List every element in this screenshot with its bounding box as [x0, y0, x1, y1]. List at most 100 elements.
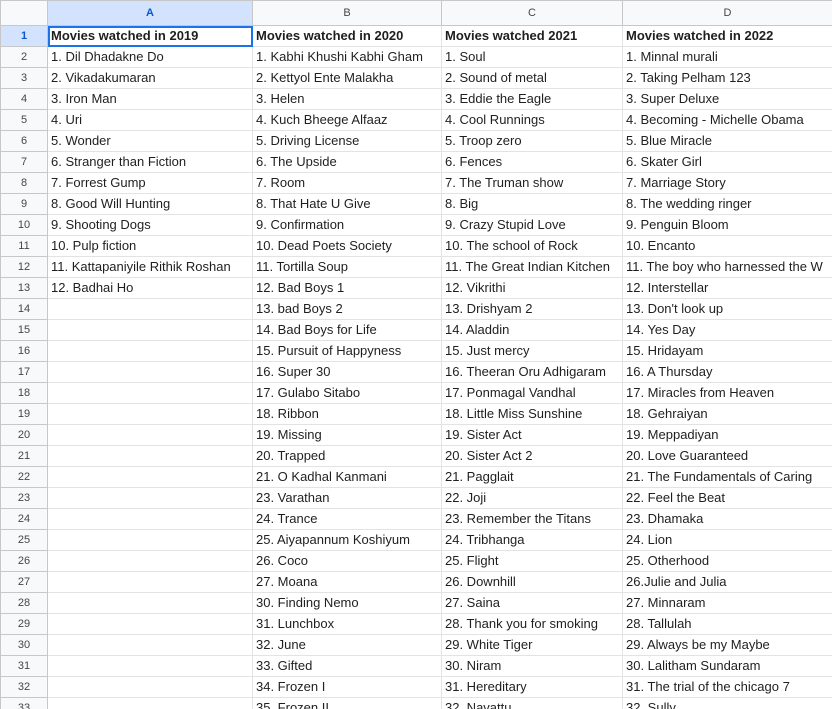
cell[interactable]: 7. The Truman show — [441, 172, 623, 194]
row-header[interactable]: 8 — [0, 172, 48, 194]
cell[interactable]: 10. The school of Rock — [441, 235, 623, 257]
cell[interactable]: 9. Confirmation — [252, 214, 442, 236]
cell[interactable]: 21. Pagglait — [441, 466, 623, 488]
cell[interactable]: 12. Interstellar — [622, 277, 832, 299]
cell[interactable]: 20. Sister Act 2 — [441, 445, 623, 467]
cell[interactable]: 4. Becoming - Michelle Obama — [622, 109, 832, 131]
cell[interactable]: 15. Hridayam — [622, 340, 832, 362]
cell[interactable]: 20. Trapped — [252, 445, 442, 467]
row-header[interactable]: 31 — [0, 655, 48, 677]
cell[interactable] — [47, 466, 253, 488]
cell[interactable]: 17. Miracles from Heaven — [622, 382, 832, 404]
cell[interactable]: 2. Vikadakumaran — [47, 67, 253, 89]
cell[interactable]: 6. Stranger than Fiction — [47, 151, 253, 173]
cell[interactable]: 17. Gulabo Sitabo — [252, 382, 442, 404]
row-header[interactable]: 11 — [0, 235, 48, 257]
cell[interactable]: 9. Shooting Dogs — [47, 214, 253, 236]
cell[interactable]: 8. Big — [441, 193, 623, 215]
cell[interactable]: 27. Minnaram — [622, 592, 832, 614]
cell[interactable]: Movies watched in 2019 — [47, 25, 253, 47]
cell[interactable]: 32. June — [252, 634, 442, 656]
row-header[interactable]: 13 — [0, 277, 48, 299]
row-header[interactable]: 27 — [0, 571, 48, 593]
row-header[interactable]: 12 — [0, 256, 48, 278]
column-header-a[interactable]: A — [47, 0, 253, 26]
row-header[interactable]: 21 — [0, 445, 48, 467]
cell[interactable]: 19. Missing — [252, 424, 442, 446]
cell[interactable]: 4. Uri — [47, 109, 253, 131]
cell[interactable]: 11. Tortilla Soup — [252, 256, 442, 278]
cell[interactable]: 31. The trial of the chicago 7 — [622, 676, 832, 698]
cell[interactable]: 13. Drishyam 2 — [441, 298, 623, 320]
cell[interactable]: 12. Bad Boys 1 — [252, 277, 442, 299]
cell[interactable]: 1. Minnal murali — [622, 46, 832, 68]
cell[interactable]: 9. Crazy Stupid Love — [441, 214, 623, 236]
cell[interactable]: 7. Marriage Story — [622, 172, 832, 194]
cell[interactable]: Movies watched 2021 — [441, 25, 623, 47]
cell[interactable] — [47, 424, 253, 446]
cell[interactable]: 30. Lalitham Sundaram — [622, 655, 832, 677]
cell[interactable]: 6. Fences — [441, 151, 623, 173]
cell[interactable]: 28. Thank you for smoking — [441, 613, 623, 635]
row-header[interactable]: 26 — [0, 550, 48, 572]
cell[interactable]: 33. Gifted — [252, 655, 442, 677]
cell[interactable] — [47, 550, 253, 572]
cell[interactable]: 1. Dil Dhadakne Do — [47, 46, 253, 68]
cell[interactable] — [47, 445, 253, 467]
cell[interactable]: 23. Varathan — [252, 487, 442, 509]
cell[interactable] — [47, 655, 253, 677]
cell[interactable]: 22. Feel the Beat — [622, 487, 832, 509]
cell[interactable]: 16. Theeran Oru Adhigaram — [441, 361, 623, 383]
cell[interactable] — [47, 676, 253, 698]
cell[interactable] — [47, 298, 253, 320]
cell[interactable]: 30. Niram — [441, 655, 623, 677]
cell[interactable]: 3. Iron Man — [47, 88, 253, 110]
cell[interactable]: 21. The Fundamentals of Caring — [622, 466, 832, 488]
row-header[interactable]: 33 — [0, 697, 48, 709]
cell[interactable]: 27. Moana — [252, 571, 442, 593]
row-header[interactable]: 24 — [0, 508, 48, 530]
cell[interactable]: 5. Blue Miracle — [622, 130, 832, 152]
cell[interactable] — [47, 634, 253, 656]
cell[interactable] — [47, 382, 253, 404]
cell[interactable]: 7. Forrest Gump — [47, 172, 253, 194]
row-header[interactable]: 16 — [0, 340, 48, 362]
row-header[interactable]: 19 — [0, 403, 48, 425]
cell[interactable]: 3. Super Deluxe — [622, 88, 832, 110]
cell[interactable]: 34. Frozen I — [252, 676, 442, 698]
select-all-corner[interactable] — [0, 0, 48, 26]
cell[interactable]: 4. Kuch Bheege Alfaaz — [252, 109, 442, 131]
cell[interactable]: 26. Downhill — [441, 571, 623, 593]
row-header[interactable]: 23 — [0, 487, 48, 509]
cell[interactable]: 32. Navattu — [441, 697, 623, 709]
row-header[interactable]: 10 — [0, 214, 48, 236]
row-header[interactable]: 14 — [0, 298, 48, 320]
cell[interactable]: 18. Gehraiyan — [622, 403, 832, 425]
row-header[interactable]: 3 — [0, 67, 48, 89]
cell[interactable]: 31. Lunchbox — [252, 613, 442, 635]
column-header-d[interactable]: D — [622, 0, 832, 26]
cell[interactable] — [47, 487, 253, 509]
cell[interactable]: 1. Kabhi Khushi Kabhi Gham — [252, 46, 442, 68]
cell[interactable]: 11. Kattapaniyile Rithik Roshan — [47, 256, 253, 278]
cell[interactable]: 2. Sound of metal — [441, 67, 623, 89]
row-header[interactable]: 5 — [0, 109, 48, 131]
cell[interactable]: 10. Pulp fiction — [47, 235, 253, 257]
cell[interactable] — [47, 697, 253, 709]
row-header[interactable]: 30 — [0, 634, 48, 656]
cell[interactable]: 18. Little Miss Sunshine — [441, 403, 623, 425]
cell[interactable]: 27. Saina — [441, 592, 623, 614]
cell[interactable] — [47, 508, 253, 530]
row-header[interactable]: 2 — [0, 46, 48, 68]
cell[interactable] — [47, 340, 253, 362]
cell[interactable]: 35. Frozen II — [252, 697, 442, 709]
cell[interactable]: 29. White Tiger — [441, 634, 623, 656]
row-header[interactable]: 6 — [0, 130, 48, 152]
cell[interactable]: 17. Ponmagal Vandhal — [441, 382, 623, 404]
cell[interactable]: 14. Yes Day — [622, 319, 832, 341]
cell[interactable] — [47, 592, 253, 614]
cell[interactable]: 7. Room — [252, 172, 442, 194]
cell[interactable] — [47, 361, 253, 383]
cell[interactable]: 22. Joji — [441, 487, 623, 509]
cell[interactable]: 11. The boy who harnessed the W — [622, 256, 832, 278]
